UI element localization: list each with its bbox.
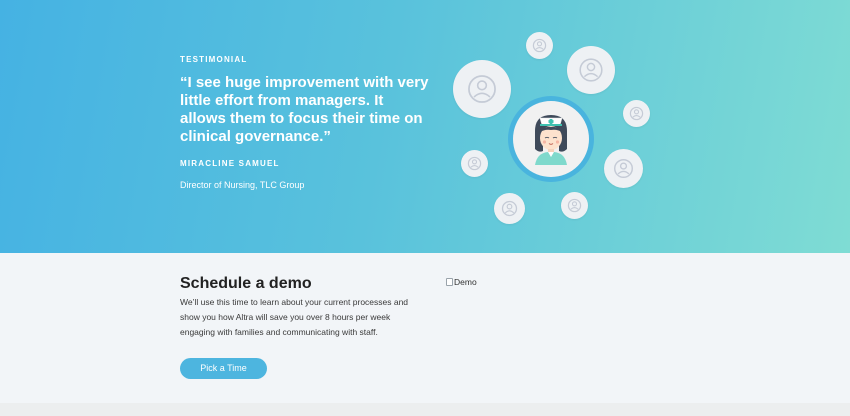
user-avatar-icon [501, 200, 518, 217]
user-avatar-icon [532, 38, 547, 53]
user-avatar-icon [567, 198, 582, 213]
broken-image-icon [446, 278, 453, 286]
user-avatar-icon [467, 156, 482, 171]
testimonial-section: TESTIMONIAL “I see huge improvement with… [0, 0, 850, 253]
schedule-demo-section [0, 253, 850, 403]
avatar-bubble [494, 193, 525, 224]
avatar-bubble [604, 149, 643, 188]
demo-image: Demo [446, 275, 477, 289]
user-avatar-icon [468, 75, 496, 103]
demo-image-alt-text: Demo [454, 277, 477, 287]
avatar-bubble [561, 192, 588, 219]
testimonial-role: Director of Nursing, TLC Group [180, 180, 305, 190]
avatar-bubble [623, 100, 650, 127]
footer-strip [0, 403, 850, 416]
avatar-bubble [526, 32, 553, 59]
user-avatar-icon [579, 58, 603, 82]
testimonial-quote: “I see huge improvement with very little… [180, 74, 429, 145]
testimonial-author: MIRACLINE SAMUEL [180, 159, 280, 168]
avatar-bubble [567, 46, 615, 94]
pick-a-time-button[interactable]: Pick a Time [180, 358, 267, 379]
user-avatar-icon [613, 158, 634, 179]
schedule-title: Schedule a demo [180, 275, 312, 292]
nurse-illustration [513, 101, 589, 177]
user-avatar-icon [629, 106, 644, 121]
avatar-bubble [461, 150, 488, 177]
testimonial-eyebrow: TESTIMONIAL [180, 55, 248, 64]
schedule-description: We’ll use this time to learn about your … [180, 297, 409, 337]
avatar-bubble [453, 60, 511, 118]
